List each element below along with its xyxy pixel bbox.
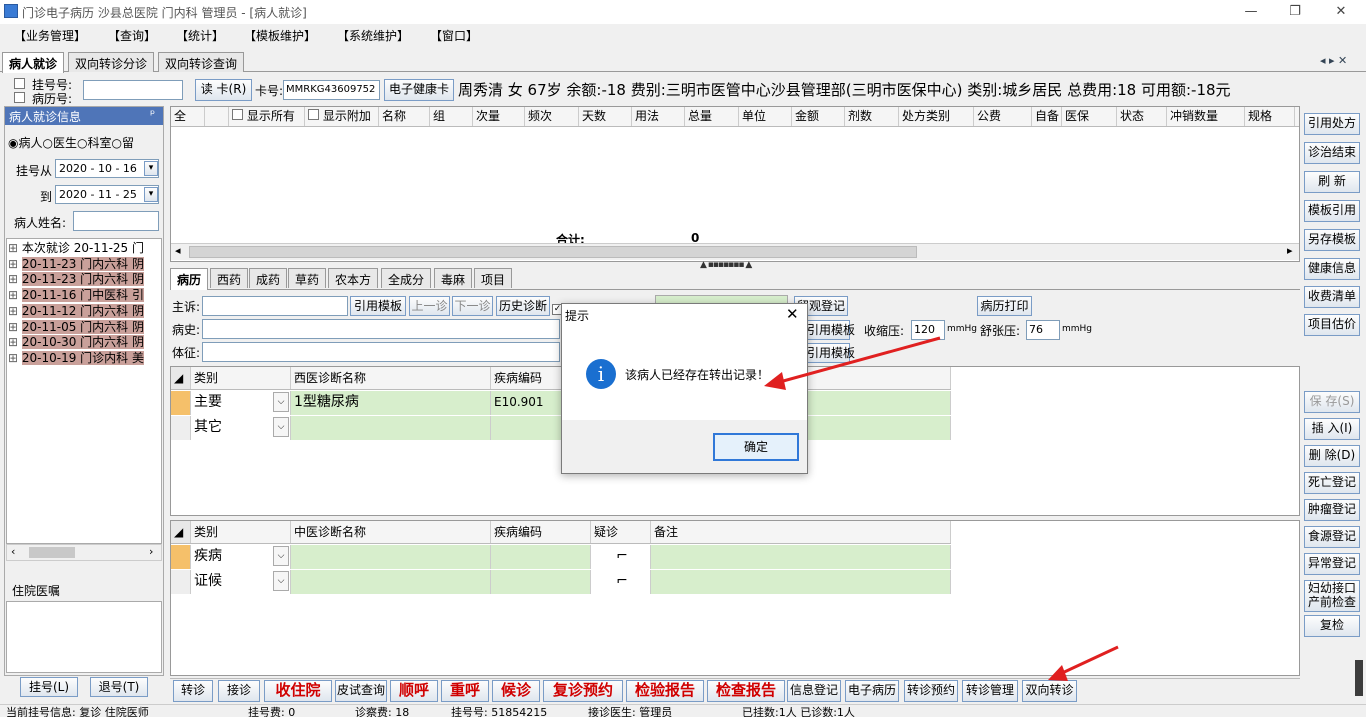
arrow-to-referral-button — [1059, 645, 1119, 676]
arrow-head-icon — [764, 372, 786, 390]
arrow-to-message — [775, 336, 941, 385]
arrow-head-icon — [1048, 665, 1068, 681]
annotation-arrows — [764, 336, 1119, 681]
